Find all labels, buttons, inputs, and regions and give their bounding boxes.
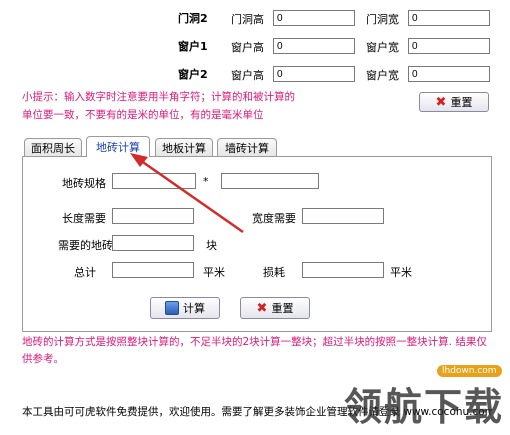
annotation-arrow: [130, 153, 244, 234]
